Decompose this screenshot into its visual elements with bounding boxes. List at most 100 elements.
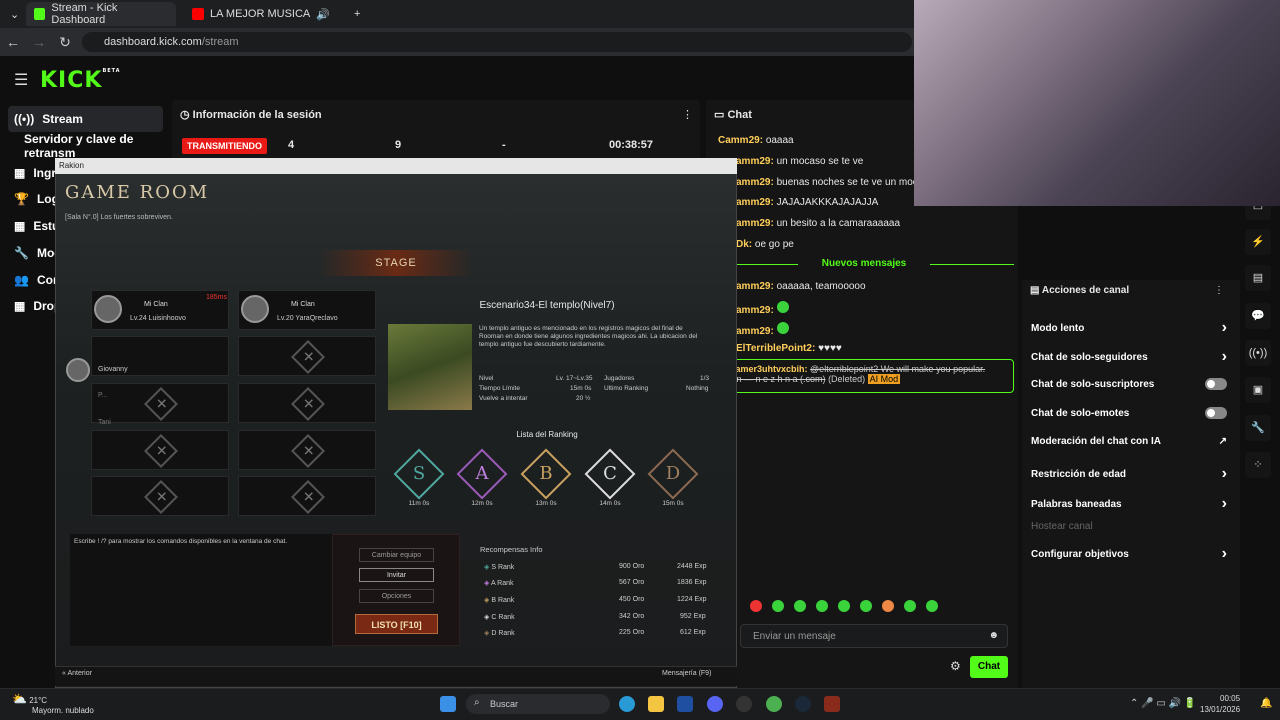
start-icon[interactable]: [440, 696, 456, 712]
chat-input[interactable]: Enviar un mensaje ☻: [740, 624, 1008, 648]
tray-icons[interactable]: ⌃ 🎤 ▭ 🔊 🔋: [1130, 698, 1196, 709]
toggle-switch[interactable]: [1205, 407, 1227, 419]
messaging-button[interactable]: Mensajería (F9): [662, 670, 711, 677]
taskbar-clock[interactable]: 00:05 13/01/2026: [1200, 693, 1240, 715]
action-followers-only[interactable]: Chat de solo-seguidores ›: [1031, 348, 1227, 366]
chrome-icon[interactable]: [766, 696, 782, 712]
send-chat-button[interactable]: Chat: [970, 656, 1008, 678]
reward-gold: 900 Oro: [619, 563, 645, 570]
steam-icon[interactable]: [795, 696, 811, 712]
chat-username[interactable]: Camm29:: [718, 135, 763, 146]
broadcast-icon[interactable]: ((•)): [1245, 340, 1271, 366]
kick-logo[interactable]: KICKBETA: [40, 68, 121, 93]
chat-username[interactable]: Dk:: [736, 239, 752, 250]
more-options-icon[interactable]: ⋮: [1214, 285, 1224, 296]
action-slow-mode[interactable]: Modo lento ›: [1031, 319, 1227, 337]
rakion-icon[interactable]: [824, 696, 840, 712]
spectator-name[interactable]: Giovanny: [98, 366, 128, 373]
reward-gold: 342 Oro: [619, 613, 645, 620]
action-ai-moderation[interactable]: Moderación del chat con IA ↗: [1031, 436, 1227, 447]
users-icon[interactable]: ▣: [1245, 377, 1271, 403]
deleted-text: @elterriblepoint2 We will make you popul…: [810, 364, 986, 374]
new-tab-button[interactable]: +: [346, 2, 368, 26]
player-slot[interactable]: Mi Clan Lv.20 YaraQreclavo: [238, 290, 376, 330]
discord-icon[interactable]: [707, 696, 723, 712]
apps-icon[interactable]: ⁘: [1245, 452, 1271, 478]
chat-username[interactable]: ElTerriblePoint2:: [736, 343, 815, 354]
chat-username[interactable]: amm29:: [736, 281, 774, 292]
lightning-icon[interactable]: ⚡: [1245, 229, 1271, 255]
chat-username[interactable]: amm29:: [736, 177, 774, 188]
forward-icon[interactable]: →: [26, 34, 52, 50]
action-label: Chat de solo-emotes: [1031, 407, 1130, 419]
tab-kick-dashboard[interactable]: Stream - Kick Dashboard: [26, 2, 176, 26]
closed-slot[interactable]: ✕: [91, 383, 229, 423]
wrench-icon[interactable]: 🔧: [1245, 415, 1271, 441]
notes-icon[interactable]: ▤: [1245, 265, 1271, 291]
spectator-name[interactable]: P...: [98, 392, 108, 399]
reload-icon[interactable]: ↻: [52, 34, 78, 51]
emoji-icon[interactable]: ☻: [988, 630, 999, 641]
chat-username[interactable]: amm29:: [736, 156, 774, 167]
options-button[interactable]: Opciones: [359, 589, 434, 603]
chat-username[interactable]: amm29:: [736, 197, 774, 208]
rank-letter: D: [665, 463, 681, 484]
store-icon[interactable]: [677, 696, 693, 712]
change-team-button[interactable]: Cambiar equipo: [359, 548, 434, 562]
toggle-switch[interactable]: [1205, 378, 1227, 390]
file-explorer-icon[interactable]: [648, 696, 664, 712]
emote-icon[interactable]: [816, 600, 828, 612]
ready-button[interactable]: LISTO [F10]: [355, 614, 438, 634]
player-slot[interactable]: Mi Clan Lv.24 Luisinhoovo 185ms: [91, 290, 229, 330]
closed-slot-icon: ✕: [144, 387, 178, 421]
closed-slot[interactable]: ✕: [91, 476, 229, 516]
emote-icon[interactable]: [750, 600, 762, 612]
reward-rank: S Rank: [491, 564, 515, 571]
retry-value: 20 ½: [576, 395, 591, 402]
action-subscribers-only[interactable]: Chat de solo-suscriptores: [1031, 378, 1227, 390]
address-bar[interactable]: dashboard.kick.com/stream: [82, 32, 912, 52]
player-ping: 185ms: [206, 294, 228, 301]
emote-icon[interactable]: [794, 600, 806, 612]
action-configure-goals[interactable]: Configurar objetivos ›: [1031, 545, 1227, 563]
more-options-icon[interactable]: ⋮: [682, 108, 693, 121]
obs-icon[interactable]: [736, 696, 752, 712]
emote-icon[interactable]: [882, 600, 894, 612]
spectator-name[interactable]: Tani: [98, 419, 111, 426]
tab-youtube-music[interactable]: LA MEJOR MUSICA para ST 🔊: [184, 2, 342, 26]
closed-slot[interactable]: ✕: [238, 430, 376, 470]
back-icon[interactable]: ←: [0, 34, 26, 50]
sidebar-item-stream[interactable]: ((•)) Stream: [8, 106, 163, 132]
sidebar-item-server-key[interactable]: Servidor y clave de retransm: [18, 132, 188, 160]
taskbar-search[interactable]: Buscar: [466, 694, 610, 714]
chat-username[interactable]: ntamer3uhtvxcbih:: [727, 364, 808, 374]
previous-button[interactable]: « Anterior: [62, 670, 92, 677]
players-value: 1/3: [700, 375, 710, 382]
closed-slot[interactable]: ✕: [91, 430, 229, 470]
menu-icon[interactable]: ☰: [14, 70, 28, 90]
emote-icon[interactable]: [860, 600, 872, 612]
action-emotes-only[interactable]: Chat de solo-emotes: [1031, 407, 1227, 419]
closed-slot[interactable]: ✕: [238, 336, 376, 376]
action-age-restriction[interactable]: Restricción de edad ›: [1031, 465, 1227, 483]
chat-username[interactable]: amm29:: [736, 326, 774, 337]
emote-icon[interactable]: [838, 600, 850, 612]
chat-settings-icon[interactable]: ⚙: [950, 659, 961, 673]
edge-icon[interactable]: [619, 696, 635, 712]
chat-bubble-icon[interactable]: 💬: [1245, 303, 1271, 329]
emote-icon[interactable]: [904, 600, 916, 612]
emote-icon[interactable]: [926, 600, 938, 612]
notification-icon[interactable]: 🔔: [1260, 698, 1272, 709]
game-chat-area[interactable]: Escribe ! /? para mostrar los comandos d…: [70, 534, 332, 646]
reward-exp: 952 Exp: [680, 613, 706, 620]
chat-username[interactable]: amm29:: [736, 305, 774, 316]
weather-widget[interactable]: ⛅ 21°C Mayorm. nublado: [12, 693, 94, 716]
chat-username[interactable]: amm29:: [736, 218, 774, 229]
closed-slot[interactable]: ✕: [238, 383, 376, 423]
closed-slot[interactable]: ✕: [238, 476, 376, 516]
tab-list-button[interactable]: ⌄: [2, 2, 27, 26]
invite-button[interactable]: Invitar: [359, 568, 434, 582]
emote-icon[interactable]: [772, 600, 784, 612]
chat-message: amm29:: [736, 301, 1036, 316]
action-banned-words[interactable]: Palabras baneadas ›: [1031, 495, 1227, 513]
